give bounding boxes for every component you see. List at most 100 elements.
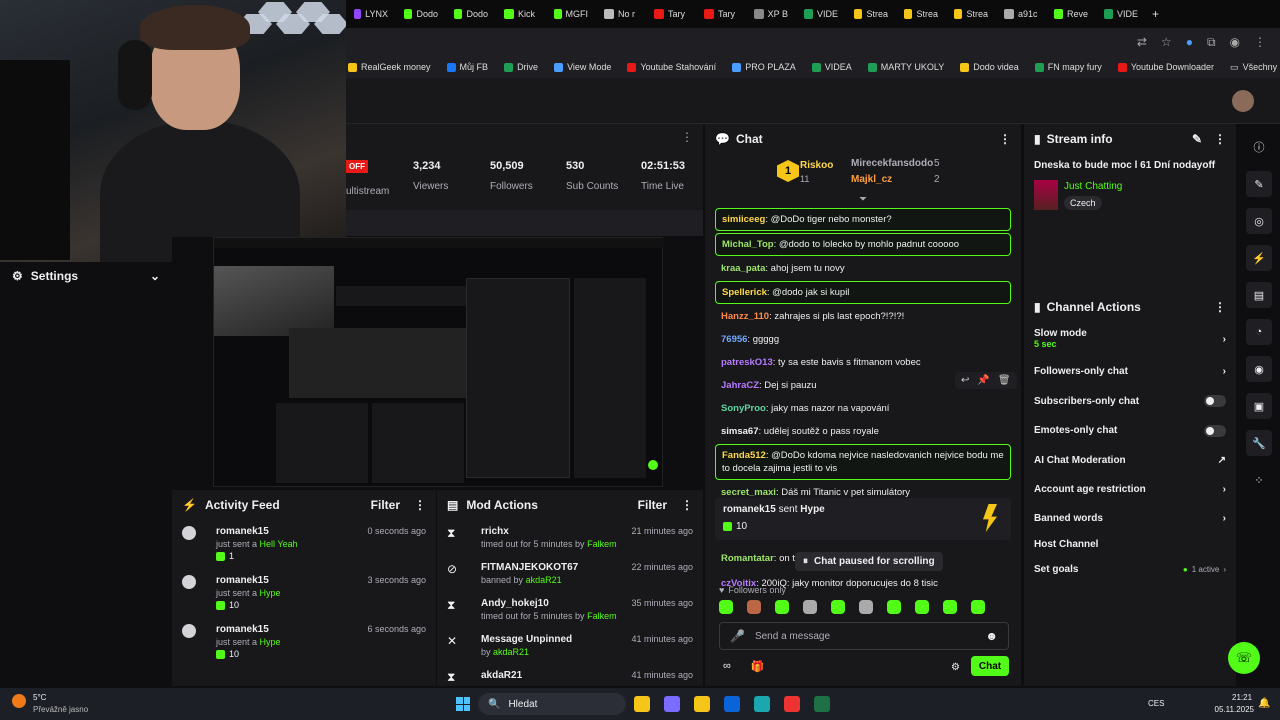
emote-icon[interactable] [943,600,957,614]
subs-only-toggle[interactable] [1204,395,1226,407]
mod-action-by[interactable]: Falkem [587,539,617,549]
chat-username[interactable]: Hanzz_110 [721,311,769,322]
support-icon[interactable]: ☏ [1228,642,1260,674]
chat-message[interactable]: simiiceeg: @DoDo tiger nebo monster? [715,208,1011,231]
chat-message[interactable]: simsa67: udělej soutěž o pass royale [715,421,1011,442]
emote-icon[interactable] [971,600,985,614]
chat-username[interactable]: Michal_Top [722,239,774,250]
copilot-icon[interactable] [664,696,680,712]
star-icon[interactable]: ☆ [1161,35,1172,49]
chat-username[interactable]: Romantatar [721,553,774,564]
settings-row[interactable]: ⚙ Settings ⌄ [0,262,172,290]
chat-username[interactable]: SonyProo [721,403,766,414]
bookmark-item[interactable]: Můj FB [446,62,488,72]
chat-username[interactable]: JahraCZ [721,380,759,391]
set-goals-row[interactable]: Set goals ● 1 active › [1024,555,1236,583]
emotes-only-toggle[interactable] [1204,424,1226,437]
emote-icon[interactable] [803,600,817,614]
more-icon[interactable]: ⋮ [414,498,426,512]
chat-input[interactable]: 🎤 Send a message ☻ [719,622,1009,650]
chat-message[interactable]: Fanda512: @DoDo kdoma nejvice nasledovan… [715,444,1011,480]
extension-icon[interactable]: ● [1186,35,1193,49]
chat-bubble-icon[interactable]: ◔ [1246,319,1272,345]
age-restriction-row[interactable]: Account age restriction › [1024,475,1236,504]
emote-icon[interactable] [831,600,845,614]
wrench-icon[interactable]: 🔧 [1246,430,1272,456]
apps-icon[interactable]: ⁘ [1246,467,1272,493]
chat-username[interactable]: patreskO13 [721,357,773,368]
mod-action-by[interactable]: akdaR21 [493,647,529,657]
chrome-icon[interactable] [784,696,800,712]
chat-settings-icon[interactable]: ⚙ [951,662,960,673]
document-icon[interactable]: ▤ [1246,282,1272,308]
bolt-icon[interactable]: ⚡ [1246,245,1272,271]
folder-icon[interactable] [694,696,710,712]
bookmark-item[interactable]: Youtube Stahování [627,62,716,72]
browser-tab[interactable]: Reve [1046,0,1096,28]
chat-paused-pill[interactable]: ⏸ Chat paused for scrolling [795,552,943,571]
browser-tab[interactable]: Tary [696,0,746,28]
edge-icon[interactable] [754,696,770,712]
mod-filter-button[interactable]: Filter [638,498,667,512]
chat-message[interactable]: SonyProo: jaky mas nazor na vapování [715,398,1011,419]
chat-message[interactable]: Spellerick: @dodo jak si kupil [715,281,1011,304]
chat-username[interactable]: simsa67 [721,426,759,437]
bookmark-item[interactable]: View Mode [554,62,611,72]
browser-tab[interactable]: Strea [846,0,896,28]
new-tab-icon[interactable]: + [1152,7,1159,21]
followers-only-row[interactable]: Followers-only chat › [1024,356,1236,386]
chat-username[interactable]: simiiceeg [722,214,765,225]
bookmark-item[interactable]: Drive [504,62,538,72]
mod-action-by[interactable]: Falkem [587,611,617,621]
profile-icon[interactable]: ◉ [1230,35,1240,49]
browser-tab[interactable]: a91c [996,0,1046,28]
notification-icon[interactable]: 🔔 [1258,698,1270,709]
emote-icon[interactable] [719,600,733,614]
bookmark-item[interactable]: RealGeek money [348,62,431,72]
stream-preview[interactable] [213,237,664,487]
chat-message[interactable]: Hanzz_110: zahrajes si pls last epoch?!?… [715,306,1011,327]
taskbar-search[interactable]: 🔍 Hledat [478,693,626,715]
browser-tab[interactable]: Strea [896,0,946,28]
bookmark-item[interactable]: VIDEA [811,62,852,72]
emote-icon[interactable] [747,600,761,614]
delete-icon[interactable]: 🗑 [998,375,1011,386]
target-icon[interactable]: ◎ [1246,208,1272,234]
collapse-icon[interactable]: ⏷ [859,194,867,205]
activity-filter-button[interactable]: Filter [371,498,400,512]
reply-icon[interactable]: ↩ [961,375,969,386]
mod-action-by[interactable]: akdaR21 [526,575,562,585]
bookmark-item[interactable]: Youtube Downloader [1117,62,1214,72]
more-icon[interactable]: ⋮ [999,132,1011,146]
bookmark-item[interactable]: MARTY UKOLY [867,62,944,72]
infinity-icon[interactable]: ∞ [723,660,731,673]
windows-start-icon[interactable] [456,697,470,711]
browser-tab[interactable]: Strea [946,0,996,28]
chat-username[interactable]: 76956 [721,334,747,345]
chevron-down-icon[interactable]: ⌄ [150,269,160,283]
chat-message[interactable]: patreskO13: ty sa este bavis s fitmanom … [715,352,1011,373]
more-icon[interactable]: ⋮ [1214,132,1226,146]
chat-username[interactable]: Fanda512 [722,450,766,461]
pin-icon[interactable]: 📌 [977,375,989,386]
clock-date[interactable]: 05.11.2025 [1212,705,1254,714]
translate-icon[interactable]: ⇄ [1137,35,1147,49]
file-explorer-icon[interactable] [634,696,650,712]
chat-username[interactable]: secret_maxi [721,487,776,498]
bookmark-item[interactable]: PRO PLAZA [732,62,796,72]
emoji-icon[interactable]: ☻ [985,629,998,643]
browser-tab[interactable]: Kick [496,0,546,28]
chat-message[interactable]: kraa_pata: ahoj jsem tu novy [715,258,1011,279]
slow-mode-row[interactable]: Slow mode 5 sec › [1024,322,1236,356]
all-bookmarks[interactable]: ▭Všechny záložky [1230,62,1280,73]
emote-icon[interactable] [915,600,929,614]
emote-icon[interactable] [859,600,873,614]
edit-icon[interactable]: ✎ [1192,132,1202,146]
info-icon[interactable]: ⓘ [1246,134,1272,160]
browser-tab[interactable]: VIDE [796,0,846,28]
mic-icon[interactable]: 🎤 [730,629,745,643]
language-indicator[interactable]: CES [1148,699,1164,708]
banned-words-row[interactable]: Banned words › [1024,504,1236,533]
bookmark-item[interactable]: Dodo videa [960,62,1019,72]
host-channel-row[interactable]: Host Channel [1024,533,1236,555]
